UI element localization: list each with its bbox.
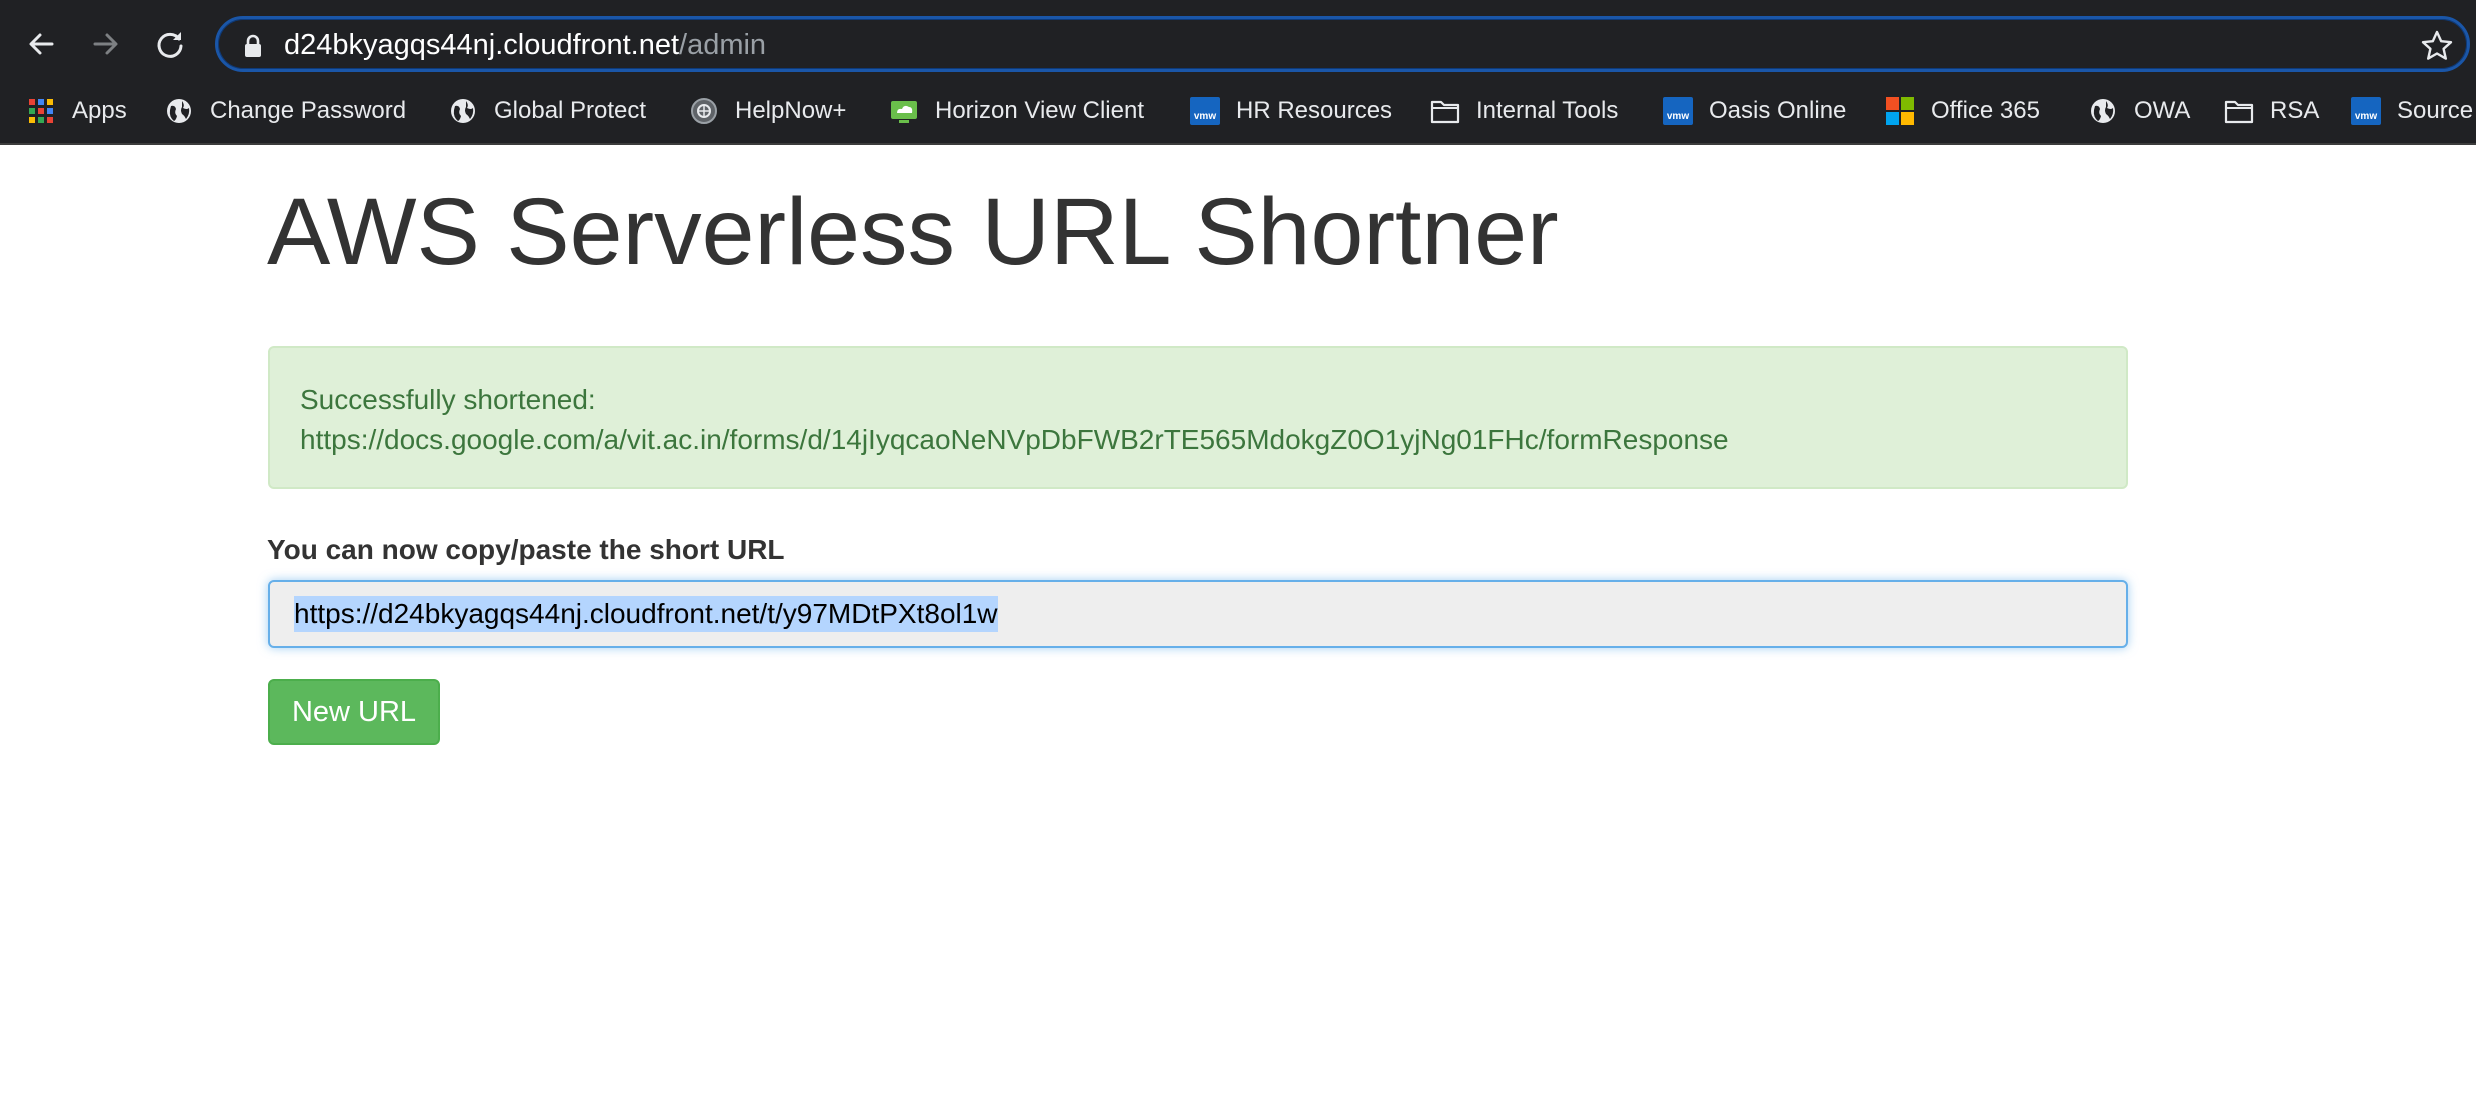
bookmark-label: Office 365: [1931, 97, 2040, 124]
globe-icon: [448, 96, 478, 126]
apps-grid-icon: [26, 96, 56, 126]
bookmark-label: Apps: [72, 97, 127, 124]
vmw-icon: vmw: [1190, 96, 1220, 126]
bookmark-owa[interactable]: OWA: [2088, 86, 2190, 136]
bookmark-label: Internal Tools: [1476, 97, 1619, 124]
globe-icon: [164, 96, 194, 126]
address-bar[interactable]: d24bkyagqs44nj.cloudfront.net/admin: [215, 16, 2470, 72]
helpnow-icon: [689, 96, 719, 126]
alert-original-url: https://docs.google.com/a/vit.ac.in/form…: [300, 424, 1729, 455]
star-icon[interactable]: [2419, 28, 2455, 64]
bookmark-rsa[interactable]: RSA: [2224, 86, 2319, 136]
page-title: AWS Serverless URL Shortner: [267, 179, 1559, 285]
short-url-input[interactable]: https://d24bkyagqs44nj.cloudfront.net/t/…: [268, 580, 2128, 648]
bookmark-label: HR Resources: [1236, 97, 1393, 124]
new-url-button[interactable]: New URL: [268, 679, 440, 745]
short-url-label: You can now copy/paste the short URL: [267, 534, 785, 565]
bookmark-label: Source: [2397, 97, 2474, 124]
bookmark-label: Change Password: [210, 97, 407, 124]
globe-icon: [2088, 96, 2118, 126]
bookmark-source[interactable]: vmw Source: [2351, 86, 2473, 136]
bookmark-label: HelpNow+: [735, 97, 847, 124]
reload-icon: [157, 32, 183, 58]
vmw-badge: vmw: [2351, 97, 2381, 125]
bookmark-global-protect[interactable]: Global Protect: [448, 86, 646, 136]
alert-message: Successfully shortened:: [300, 384, 596, 415]
bookmark-internal-tools[interactable]: Internal Tools: [1430, 86, 1618, 136]
horizon-cloud-icon: [889, 96, 919, 126]
bookmark-label: Global Protect: [494, 97, 647, 124]
vmw-icon: vmw: [2351, 96, 2381, 126]
success-alert: Successfully shortened: https://docs.goo…: [268, 346, 2128, 489]
bookmark-apps[interactable]: Apps: [26, 86, 127, 136]
arrow-left-icon: [29, 33, 54, 55]
url-path: /admin: [679, 29, 767, 61]
reload-button[interactable]: [146, 20, 194, 68]
arrow-right-icon: [93, 33, 118, 55]
lock-icon[interactable]: [243, 34, 263, 58]
address-bar-url[interactable]: d24bkyagqs44nj.cloudfront.net/admin: [284, 29, 766, 61]
bookmark-label: Oasis Online: [1709, 97, 1847, 124]
microsoft-icon: [1885, 96, 1915, 126]
bookmark-label: RSA: [2270, 97, 2320, 124]
bookmark-oasis-online[interactable]: vmw Oasis Online: [1663, 86, 1846, 136]
folder-icon: [1430, 96, 1460, 126]
forward-button[interactable]: [82, 20, 130, 68]
bookmarks-bar: Apps Change Password Global Protect Help…: [0, 86, 2476, 136]
vmw-badge: vmw: [1190, 97, 1220, 125]
bookmark-hr-resources[interactable]: vmw HR Resources: [1190, 86, 1392, 136]
bookmark-label: Horizon View Client: [935, 97, 1144, 124]
bookmark-office-365[interactable]: Office 365: [1885, 86, 2040, 136]
bookmark-label: OWA: [2134, 97, 2191, 124]
toolbar-divider: [0, 143, 2476, 145]
back-button[interactable]: [17, 20, 65, 68]
short-url-value[interactable]: https://d24bkyagqs44nj.cloudfront.net/t/…: [294, 596, 998, 632]
vmw-badge: vmw: [1663, 97, 1693, 125]
folder-icon: [2224, 96, 2254, 126]
bookmark-helpnow[interactable]: HelpNow+: [689, 86, 846, 136]
browser-toolbar: d24bkyagqs44nj.cloudfront.net/admin Apps…: [0, 0, 2476, 145]
vmw-icon: vmw: [1663, 96, 1693, 126]
bookmark-change-password[interactable]: Change Password: [164, 86, 406, 136]
bookmark-horizon-view-client[interactable]: Horizon View Client: [889, 86, 1144, 136]
url-host: d24bkyagqs44nj.cloudfront.net: [284, 29, 680, 61]
